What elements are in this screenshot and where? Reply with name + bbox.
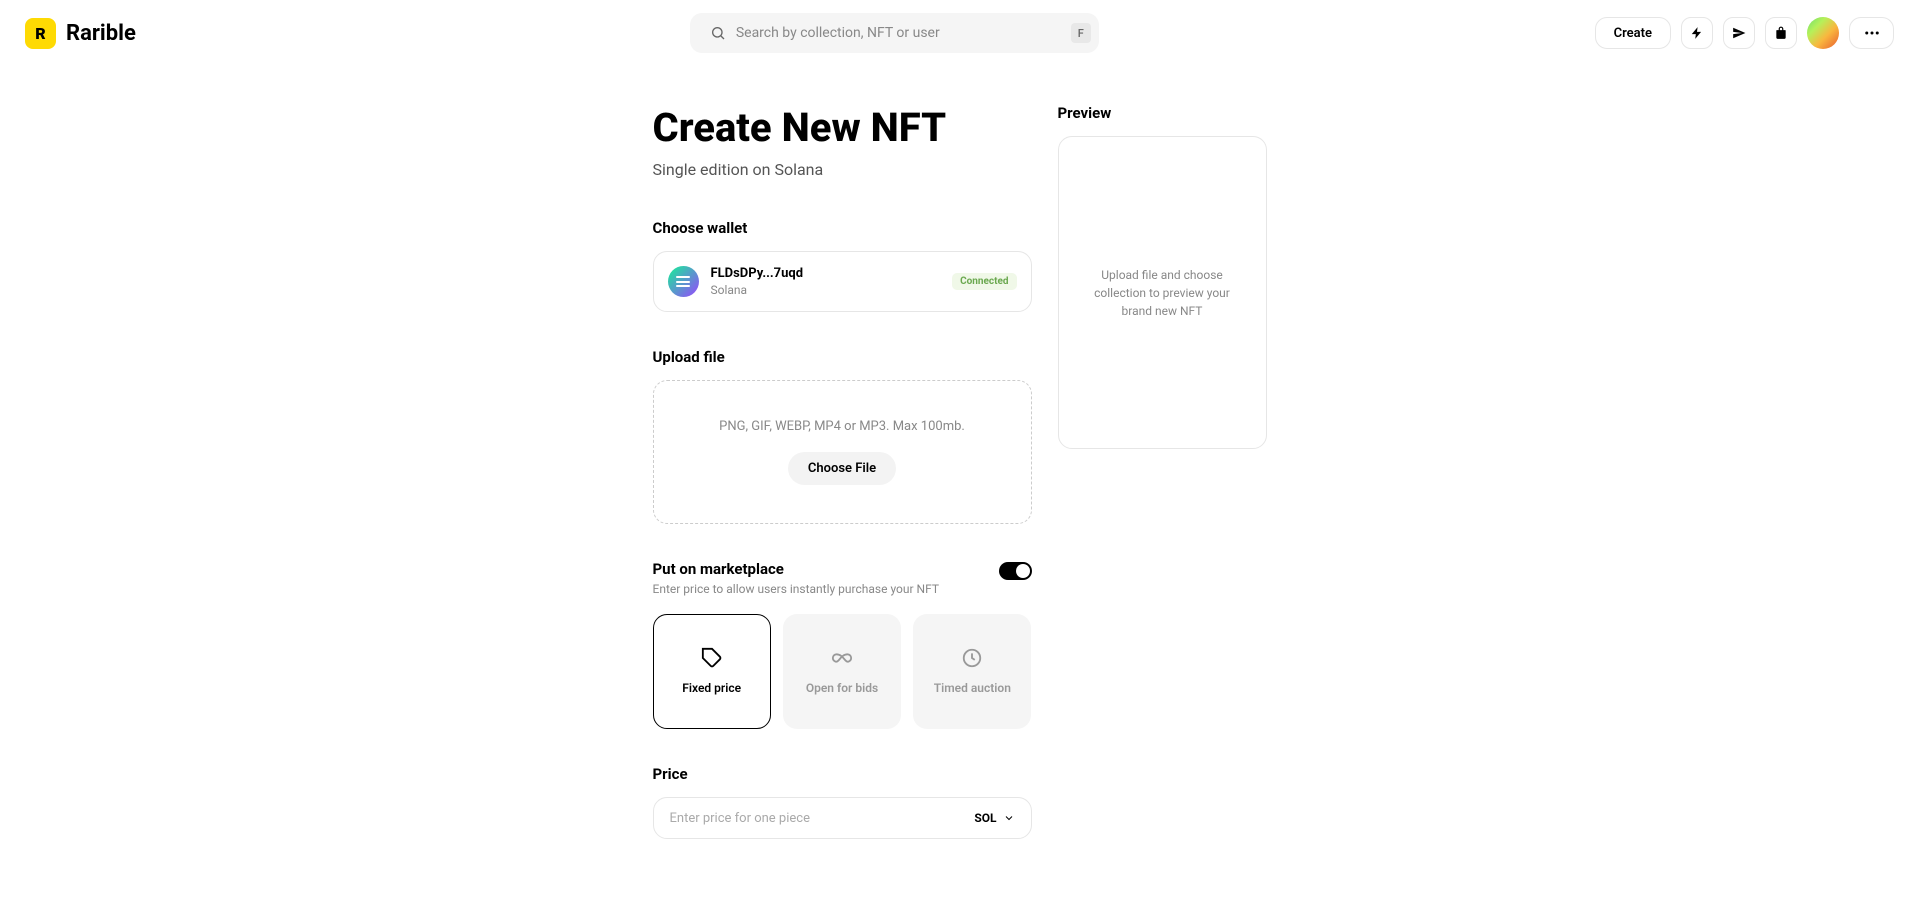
marketplace-row: Put on marketplace Enter price to allow …: [653, 560, 1032, 596]
infinity-icon: [831, 647, 853, 669]
wallet-section-label: Choose wallet: [653, 219, 1032, 237]
logo[interactable]: R Rarible: [25, 18, 136, 49]
search-shortcut-badge: F: [1071, 23, 1091, 43]
wallet-status-badge: Connected: [952, 273, 1016, 290]
search-bar[interactable]: F: [690, 13, 1099, 53]
wallet-address: FLDsDPy...7uqd: [711, 266, 941, 281]
search-icon: [710, 25, 726, 41]
marketplace-description: Enter price to allow users instantly pur…: [653, 582, 940, 596]
chevron-down-icon: [1003, 812, 1015, 824]
header: R Rarible F Create: [0, 0, 1919, 66]
sale-type-options: Fixed price Open for bids Timed auction: [653, 614, 1032, 729]
notifications-button[interactable]: [1723, 17, 1755, 49]
tag-icon: [701, 647, 723, 669]
currency-label: SOL: [974, 811, 996, 825]
content: Create New NFT Single edition on Solana …: [653, 104, 1267, 839]
sale-type-timed-auction[interactable]: Timed auction: [913, 614, 1031, 729]
marketplace-toggle[interactable]: [999, 562, 1032, 580]
sale-type-label: Open for bids: [806, 681, 878, 697]
choose-file-button[interactable]: Choose File: [788, 452, 896, 485]
price-section-label: Price: [653, 765, 1032, 783]
preview-column: Preview Upload file and choose collectio…: [1058, 104, 1267, 839]
avatar[interactable]: [1807, 17, 1839, 49]
wallet-info: FLDsDPy...7uqd Solana: [711, 266, 941, 297]
preview-placeholder-text: Upload file and choose collection to pre…: [1079, 266, 1246, 320]
main: Create New NFT Single edition on Solana …: [0, 66, 1919, 839]
wallet-card[interactable]: FLDsDPy...7uqd Solana Connected: [653, 251, 1032, 312]
form-column: Create New NFT Single edition on Solana …: [653, 104, 1032, 839]
clock-icon: [961, 647, 983, 669]
sale-type-label: Fixed price: [682, 681, 741, 697]
marketplace-title: Put on marketplace: [653, 560, 940, 578]
cart-button[interactable]: [1765, 17, 1797, 49]
price-input[interactable]: [670, 811, 975, 826]
header-actions: Create: [1595, 17, 1894, 49]
preview-section-label: Preview: [1058, 104, 1267, 122]
sale-type-fixed-price[interactable]: Fixed price: [653, 614, 771, 729]
logo-text: Rarible: [66, 21, 136, 46]
bag-icon: [1774, 26, 1788, 40]
upload-section-label: Upload file: [653, 348, 1032, 366]
search-input[interactable]: [726, 25, 1071, 41]
solana-icon: [668, 266, 699, 297]
page-subtitle: Single edition on Solana: [653, 160, 1032, 179]
sale-type-label: Timed auction: [934, 681, 1011, 697]
upload-dropzone[interactable]: PNG, GIF, WEBP, MP4 or MP3. Max 100mb. C…: [653, 380, 1032, 524]
currency-dropdown[interactable]: SOL: [974, 811, 1014, 825]
create-button[interactable]: Create: [1595, 17, 1671, 49]
send-icon: [1732, 26, 1746, 40]
sale-type-open-bids[interactable]: Open for bids: [783, 614, 901, 729]
upload-hint: PNG, GIF, WEBP, MP4 or MP3. Max 100mb.: [674, 419, 1011, 434]
dots-icon: [1863, 24, 1881, 42]
lightning-icon: [1690, 26, 1704, 40]
logo-mark: R: [25, 18, 56, 49]
page-title: Create New NFT: [653, 104, 1032, 152]
toggle-knob: [1016, 564, 1030, 578]
price-input-wrapper: SOL: [653, 797, 1032, 839]
wallet-chain: Solana: [711, 283, 941, 297]
more-button[interactable]: [1849, 17, 1894, 49]
activity-button[interactable]: [1681, 17, 1713, 49]
preview-box: Upload file and choose collection to pre…: [1058, 136, 1267, 449]
